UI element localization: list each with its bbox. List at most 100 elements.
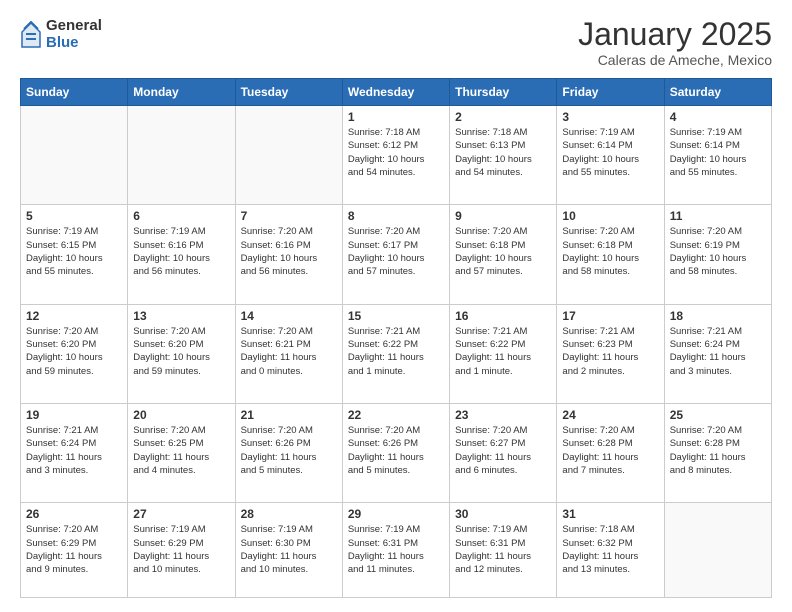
day-number: 7	[241, 209, 337, 223]
day-number: 26	[26, 507, 122, 521]
calendar-week-3: 19Sunrise: 7:21 AM Sunset: 6:24 PM Dayli…	[21, 403, 772, 502]
calendar-cell: 16Sunrise: 7:21 AM Sunset: 6:22 PM Dayli…	[450, 304, 557, 403]
calendar-cell: 11Sunrise: 7:20 AM Sunset: 6:19 PM Dayli…	[664, 205, 771, 304]
month-title: January 2025	[578, 18, 772, 50]
calendar-header-friday: Friday	[557, 79, 664, 106]
day-number: 5	[26, 209, 122, 223]
day-info: Sunrise: 7:20 AM Sunset: 6:19 PM Dayligh…	[670, 225, 766, 278]
calendar-cell: 29 Sunrise: 7:19 AM Sunset: 6:31 PM Dayli…	[342, 503, 449, 598]
calendar-header-wednesday: Wednesday	[342, 79, 449, 106]
day-info: Sunrise: 7:20 AM Sunset: 6:16 PM Dayligh…	[241, 225, 337, 278]
day-number: 16	[455, 309, 551, 323]
logo-icon	[20, 21, 42, 49]
calendar-cell: 10 Sunrise: 7:20 AM Sunset: 6:18 PM Dayli…	[557, 205, 664, 304]
day-info: Sunrise: 7:21 AM Sunset: 6:22 PM Dayligh…	[348, 325, 444, 378]
day-info: Sunrise: 7:20 AM Sunset: 6:27 PM Dayligh…	[455, 424, 551, 477]
day-number: 31	[562, 507, 658, 521]
calendar-cell: 19Sunrise: 7:21 AM Sunset: 6:24 PM Dayli…	[21, 403, 128, 502]
day-info: Sunrise: 7:19 AM Sunset: 6:31 PM Dayligh…	[348, 523, 444, 576]
day-info: Sunrise: 7:20 AM Sunset: 6:17 PM Dayligh…	[348, 225, 444, 278]
calendar-cell	[235, 106, 342, 205]
day-info: Sunrise: 7:19 AM Sunset: 6:30 PM Dayligh…	[241, 523, 337, 576]
calendar-cell: 27 Sunrise: 7:19 AM Sunset: 6:29 PM Dayli…	[128, 503, 235, 598]
calendar-cell: 25Sunrise: 7:20 AM Sunset: 6:28 PM Dayli…	[664, 403, 771, 502]
day-info: Sunrise: 7:20 AM Sunset: 6:18 PM Dayligh…	[455, 225, 551, 278]
day-number: 21	[241, 408, 337, 422]
day-number: 1	[348, 110, 444, 124]
day-info: Sunrise: 7:20 AM Sunset: 6:28 PM Dayligh…	[562, 424, 658, 477]
day-info: Sunrise: 7:20 AM Sunset: 6:25 PM Dayligh…	[133, 424, 229, 477]
calendar-cell: 5 Sunrise: 7:19 AM Sunset: 6:15 PM Daylig…	[21, 205, 128, 304]
day-info: Sunrise: 7:19 AM Sunset: 6:14 PM Dayligh…	[670, 126, 766, 179]
day-number: 17	[562, 309, 658, 323]
day-number: 14	[241, 309, 337, 323]
calendar-cell: 30Sunrise: 7:19 AM Sunset: 6:31 PM Dayli…	[450, 503, 557, 598]
day-info: Sunrise: 7:19 AM Sunset: 6:29 PM Dayligh…	[133, 523, 229, 576]
day-number: 29	[348, 507, 444, 521]
calendar-header-saturday: Saturday	[664, 79, 771, 106]
calendar-week-1: 5 Sunrise: 7:19 AM Sunset: 6:15 PM Daylig…	[21, 205, 772, 304]
day-info: Sunrise: 7:18 AM Sunset: 6:32 PM Dayligh…	[562, 523, 658, 576]
calendar-cell: 18 Sunrise: 7:21 AM Sunset: 6:24 PM Dayli…	[664, 304, 771, 403]
day-number: 6	[133, 209, 229, 223]
day-number: 23	[455, 408, 551, 422]
calendar-cell	[21, 106, 128, 205]
calendar-cell: 3 Sunrise: 7:19 AM Sunset: 6:14 PM Daylig…	[557, 106, 664, 205]
header: General Blue January 2025 Caleras de Ame…	[20, 18, 772, 68]
calendar-header-monday: Monday	[128, 79, 235, 106]
day-info: Sunrise: 7:18 AM Sunset: 6:12 PM Dayligh…	[348, 126, 444, 179]
calendar-cell: 1 Sunrise: 7:18 AM Sunset: 6:12 PM Daylig…	[342, 106, 449, 205]
calendar-cell: 21Sunrise: 7:20 AM Sunset: 6:26 PM Dayli…	[235, 403, 342, 502]
calendar-cell: 4Sunrise: 7:19 AM Sunset: 6:14 PM Daylig…	[664, 106, 771, 205]
calendar-cell: 15 Sunrise: 7:21 AM Sunset: 6:22 PM Dayli…	[342, 304, 449, 403]
calendar-cell: 26 Sunrise: 7:20 AM Sunset: 6:29 PM Dayli…	[21, 503, 128, 598]
day-number: 2	[455, 110, 551, 124]
day-info: Sunrise: 7:20 AM Sunset: 6:28 PM Dayligh…	[670, 424, 766, 477]
calendar-cell: 23 Sunrise: 7:20 AM Sunset: 6:27 PM Dayli…	[450, 403, 557, 502]
day-number: 3	[562, 110, 658, 124]
day-number: 27	[133, 507, 229, 521]
day-info: Sunrise: 7:20 AM Sunset: 6:20 PM Dayligh…	[133, 325, 229, 378]
day-number: 12	[26, 309, 122, 323]
day-info: Sunrise: 7:19 AM Sunset: 6:14 PM Dayligh…	[562, 126, 658, 179]
calendar-cell: 22Sunrise: 7:20 AM Sunset: 6:26 PM Dayli…	[342, 403, 449, 502]
calendar-table: SundayMondayTuesdayWednesdayThursdayFrid…	[20, 78, 772, 598]
day-number: 19	[26, 408, 122, 422]
day-number: 30	[455, 507, 551, 521]
day-info: Sunrise: 7:21 AM Sunset: 6:24 PM Dayligh…	[670, 325, 766, 378]
calendar-cell: 13Sunrise: 7:20 AM Sunset: 6:20 PM Dayli…	[128, 304, 235, 403]
logo-text: General Blue	[46, 18, 102, 51]
day-number: 10	[562, 209, 658, 223]
day-number: 9	[455, 209, 551, 223]
calendar-cell: 9 Sunrise: 7:20 AM Sunset: 6:18 PM Daylig…	[450, 205, 557, 304]
calendar-week-4: 26 Sunrise: 7:20 AM Sunset: 6:29 PM Dayli…	[21, 503, 772, 598]
calendar-header-sunday: Sunday	[21, 79, 128, 106]
day-info: Sunrise: 7:20 AM Sunset: 6:26 PM Dayligh…	[348, 424, 444, 477]
calendar-week-2: 12 Sunrise: 7:20 AM Sunset: 6:20 PM Dayli…	[21, 304, 772, 403]
day-info: Sunrise: 7:20 AM Sunset: 6:21 PM Dayligh…	[241, 325, 337, 378]
day-info: Sunrise: 7:20 AM Sunset: 6:20 PM Dayligh…	[26, 325, 122, 378]
calendar-cell: 14 Sunrise: 7:20 AM Sunset: 6:21 PM Dayli…	[235, 304, 342, 403]
calendar-cell	[664, 503, 771, 598]
subtitle: Caleras de Ameche, Mexico	[578, 52, 772, 68]
calendar-cell: 8Sunrise: 7:20 AM Sunset: 6:17 PM Daylig…	[342, 205, 449, 304]
day-info: Sunrise: 7:19 AM Sunset: 6:15 PM Dayligh…	[26, 225, 122, 278]
day-info: Sunrise: 7:20 AM Sunset: 6:18 PM Dayligh…	[562, 225, 658, 278]
calendar-cell: 20 Sunrise: 7:20 AM Sunset: 6:25 PM Dayli…	[128, 403, 235, 502]
calendar-header-tuesday: Tuesday	[235, 79, 342, 106]
calendar-cell: 6Sunrise: 7:19 AM Sunset: 6:16 PM Daylig…	[128, 205, 235, 304]
day-number: 28	[241, 507, 337, 521]
calendar-cell: 24 Sunrise: 7:20 AM Sunset: 6:28 PM Dayli…	[557, 403, 664, 502]
calendar-cell: 31 Sunrise: 7:18 AM Sunset: 6:32 PM Dayli…	[557, 503, 664, 598]
calendar-cell	[128, 106, 235, 205]
page: General Blue January 2025 Caleras de Ame…	[0, 0, 792, 612]
day-info: Sunrise: 7:18 AM Sunset: 6:13 PM Dayligh…	[455, 126, 551, 179]
day-info: Sunrise: 7:20 AM Sunset: 6:29 PM Dayligh…	[26, 523, 122, 576]
day-number: 20	[133, 408, 229, 422]
day-number: 15	[348, 309, 444, 323]
day-info: Sunrise: 7:21 AM Sunset: 6:23 PM Dayligh…	[562, 325, 658, 378]
day-number: 18	[670, 309, 766, 323]
day-number: 24	[562, 408, 658, 422]
calendar-cell: 17 Sunrise: 7:21 AM Sunset: 6:23 PM Dayli…	[557, 304, 664, 403]
calendar-cell: 7 Sunrise: 7:20 AM Sunset: 6:16 PM Daylig…	[235, 205, 342, 304]
